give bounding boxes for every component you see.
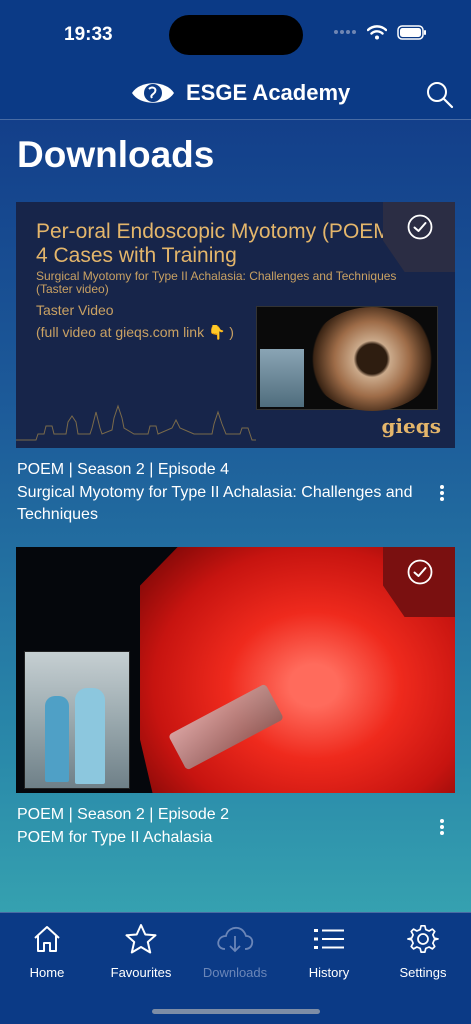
tab-label: History [308,965,350,980]
search-button[interactable] [425,80,455,110]
gear-icon [407,924,439,953]
more-options-button[interactable] [433,815,451,839]
more-dot [440,485,444,489]
status-bar: 19:33 [0,0,471,70]
more-dot [440,831,444,835]
episode-title: POEM for Type II Achalasia [17,829,213,846]
tab-label: Downloads [202,965,268,980]
thumbnail-taster: Taster Video [36,302,114,318]
page-title: Downloads [17,134,215,175]
app-title: ESGE Academy [186,80,351,105]
city-skyline-graphic [16,404,256,441]
more-options-button[interactable] [433,481,451,505]
more-dot [440,497,444,501]
tab-settings[interactable]: Settings [376,923,470,993]
wifi-icon [367,25,387,40]
surgeon-figure [45,696,69,782]
home-icon [34,926,60,952]
thumbnail-title: Per-oral Endoscopic Myotomy (POEM) : 4 C… [36,220,410,267]
gieqs-logo: gieqs [381,414,441,438]
thumbnail-pip-image [260,349,304,407]
episode-series: POEM | Season 2 | Episode 4 [17,461,229,478]
more-dot [440,819,444,823]
video-thumbnail[interactable] [16,547,455,793]
video-thumbnail[interactable]: Per-oral Endoscopic Myotomy (POEM) : 4 C… [16,202,455,448]
surgeon-figure [75,688,105,784]
esge-logo-icon [132,83,174,103]
download-item-meta[interactable]: POEM | Season 2 | Episode 2 POEM for Typ… [17,806,417,849]
download-item-meta[interactable]: POEM | Season 2 | Episode 4 Surgical Myo… [17,461,417,526]
thumbnail-endoscopy-image [307,307,437,411]
check-circle-icon [407,559,433,585]
tab-label: Settings [399,965,447,980]
tab-history[interactable]: History [282,923,376,993]
list-icon [314,929,344,949]
tab-label: Home [29,965,65,980]
thumbnail-pip-image [24,651,130,789]
brand: ESGE Academy [130,78,350,108]
episode-title: Surgical Myotomy for Type II Achalasia: … [17,484,413,523]
home-indicator [152,1009,320,1014]
more-dot [440,491,444,495]
dynamic-island [169,15,303,55]
tab-home[interactable]: Home [0,923,94,993]
search-icon [427,82,454,109]
app-header: ESGE Academy [0,70,471,120]
tab-label: Favourites [110,965,172,980]
battery-icon [397,24,426,40]
cloud-download-icon [217,926,254,953]
signal-icon [334,30,356,34]
tab-downloads[interactable]: Downloads [188,923,282,993]
thumbnail-link-text: (full video at gieqs.com link 👇 ) [36,324,234,340]
thumbnail-video-frame [256,306,438,411]
star-icon [125,924,157,954]
tab-favourites[interactable]: Favourites [94,923,188,993]
check-circle-icon [407,214,433,240]
status-icons [333,24,427,40]
tab-bar: Home Favourites Downloads History Settin… [0,912,471,1024]
status-time: 19:33 [64,24,113,45]
episode-series: POEM | Season 2 | Episode 2 [17,806,229,823]
more-dot [440,825,444,829]
thumbnail-subtitle: Surgical Myotomy for Type II Achalasia: … [36,269,397,296]
